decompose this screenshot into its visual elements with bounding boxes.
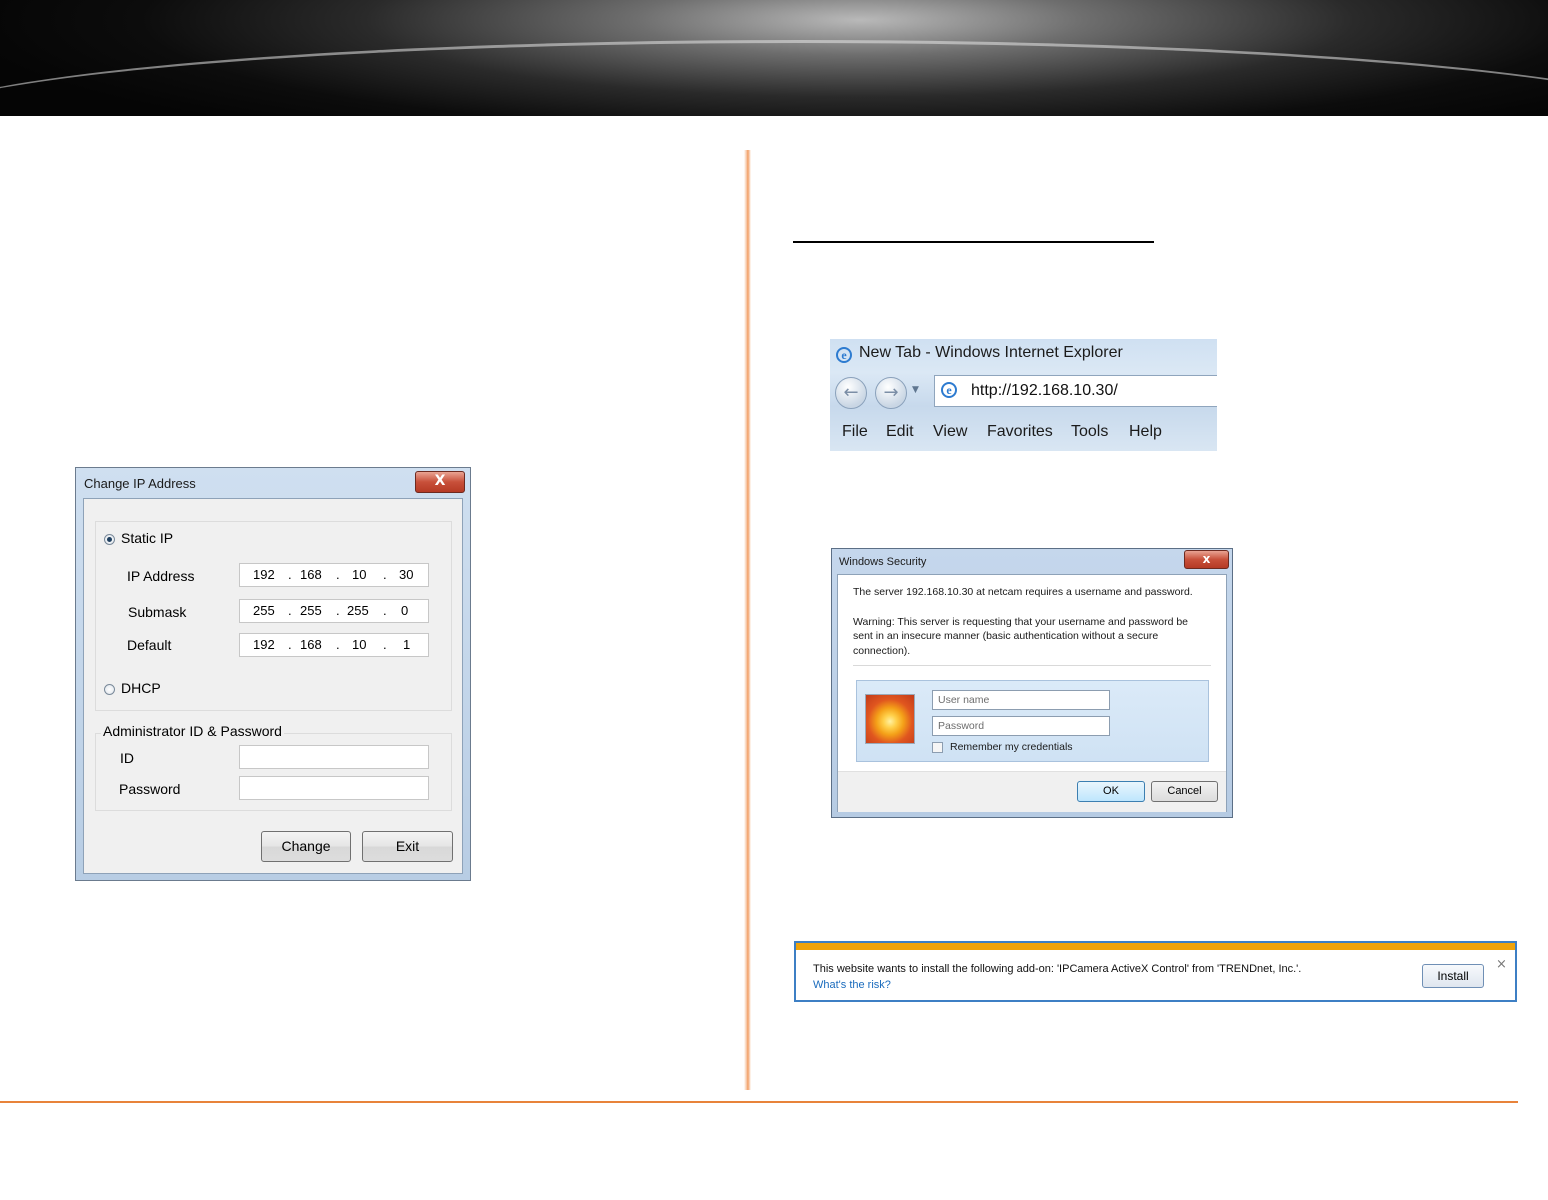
- separator: [853, 665, 1211, 666]
- dialog-footer: OK Cancel: [838, 771, 1226, 812]
- password-input[interactable]: Password: [932, 716, 1110, 736]
- gw-octet-4: 1: [403, 637, 411, 652]
- password-input[interactable]: [239, 776, 429, 800]
- back-arrow-icon[interactable]: ←: [835, 377, 867, 409]
- remember-checkbox[interactable]: [932, 742, 943, 753]
- id-label: ID: [120, 750, 134, 766]
- gw-dot-3: .: [383, 637, 387, 652]
- menu-view[interactable]: View: [933, 423, 967, 441]
- gw-dot-2: .: [336, 637, 340, 652]
- dhcp-label: DHCP: [121, 680, 161, 696]
- ip-octet-1: 192: [253, 567, 275, 582]
- header-banner: [0, 0, 1548, 116]
- remember-label: Remember my credentials: [950, 741, 1073, 753]
- mask-octet-1: 255: [253, 603, 275, 618]
- ip-address-input[interactable]: 192 . 168 . 10 . 30: [239, 563, 429, 587]
- dialog-title: Change IP Address: [84, 476, 196, 491]
- menu-favorites[interactable]: Favorites: [987, 423, 1053, 441]
- credential-panel: User name Password Remember my credentia…: [856, 680, 1209, 762]
- menu-help[interactable]: Help: [1129, 423, 1162, 441]
- ip-dot-3: .: [383, 567, 387, 582]
- cancel-button[interactable]: Cancel: [1151, 781, 1218, 802]
- static-ip-label: Static IP: [121, 530, 174, 546]
- mask-dot-1: .: [288, 603, 292, 618]
- gw-dot-1: .: [288, 637, 292, 652]
- warning-line-1: Warning: This server is requesting that …: [853, 616, 1189, 628]
- mask-octet-4: 0: [401, 603, 409, 618]
- windows-security-dialog: Windows Security x The server 192.168.10…: [831, 548, 1233, 818]
- ip-address-label: IP Address: [127, 568, 195, 584]
- ip-octet-4: 30: [399, 567, 414, 582]
- warning-line-2: sent in an insecure manner (basic authen…: [853, 630, 1159, 642]
- ie-title: New Tab - Windows Internet Explorer: [859, 344, 1123, 361]
- change-button[interactable]: Change: [261, 831, 351, 862]
- static-ip-radio[interactable]: [104, 534, 115, 545]
- password-placeholder: Password: [938, 720, 985, 732]
- user-avatar-icon: [865, 694, 915, 744]
- gw-octet-1: 192: [253, 637, 275, 652]
- id-input[interactable]: [239, 745, 429, 769]
- install-button[interactable]: Install: [1422, 964, 1484, 988]
- ie-logo-icon: e: [836, 347, 852, 363]
- admin-group-label: Administrator ID & Password: [101, 723, 284, 739]
- banner-swoosh: [0, 40, 1548, 116]
- page-ie-icon: e: [941, 382, 957, 398]
- security-title: Windows Security: [839, 556, 927, 568]
- ip-dot-1: .: [288, 567, 292, 582]
- menu-edit[interactable]: Edit: [886, 423, 914, 441]
- forward-arrow-icon[interactable]: →: [875, 377, 907, 409]
- default-label: Default: [127, 637, 172, 653]
- password-label: Password: [119, 781, 181, 797]
- security-client-area: The server 192.168.10.30 at netcam requi…: [837, 574, 1227, 812]
- dhcp-radio[interactable]: [104, 684, 115, 695]
- mask-dot-3: .: [383, 603, 387, 618]
- dialog-client-area: Static IP IP Address 192 . 168 . 10 . 30…: [83, 498, 463, 874]
- ip-octet-3: 10: [352, 567, 367, 582]
- history-dropdown-icon[interactable]: ▼: [912, 385, 919, 395]
- mask-octet-2: 255: [300, 603, 322, 618]
- server-message: The server 192.168.10.30 at netcam requi…: [853, 586, 1193, 598]
- username-placeholder: User name: [938, 694, 990, 706]
- heading-underline: [793, 241, 1154, 243]
- submask-input[interactable]: 255 . 255 . 255 . 0: [239, 599, 429, 623]
- addon-message: This website wants to install the follow…: [813, 963, 1302, 975]
- change-ip-dialog: Change IP Address X Static IP IP Address…: [75, 467, 471, 881]
- address-url: http://192.168.10.30/: [971, 382, 1118, 399]
- close-button[interactable]: x: [1184, 550, 1229, 569]
- submask-label: Submask: [128, 604, 187, 620]
- close-icon[interactable]: ×: [1496, 957, 1507, 972]
- addon-notification-bar: This website wants to install the follow…: [794, 941, 1517, 1002]
- close-button[interactable]: X: [415, 471, 465, 493]
- ie-window-snippet: e New Tab - Windows Internet Explorer ← …: [830, 339, 1217, 451]
- gw-octet-3: 10: [352, 637, 367, 652]
- footer-rule: [0, 1101, 1518, 1103]
- ok-button[interactable]: OK: [1077, 781, 1145, 802]
- column-divider: [744, 150, 751, 1090]
- menu-tools[interactable]: Tools: [1071, 423, 1108, 441]
- default-gateway-input[interactable]: 192 . 168 . 10 . 1: [239, 633, 429, 657]
- mask-octet-3: 255: [347, 603, 369, 618]
- warning-line-3: connection).: [853, 645, 911, 657]
- menu-file[interactable]: File: [842, 423, 868, 441]
- username-input[interactable]: User name: [932, 690, 1110, 710]
- ip-octet-2: 168: [300, 567, 322, 582]
- address-bar[interactable]: e http://192.168.10.30/: [934, 375, 1217, 407]
- warning-stripe: [796, 943, 1515, 950]
- whats-the-risk-link[interactable]: What's the risk?: [813, 979, 891, 991]
- ip-dot-2: .: [336, 567, 340, 582]
- mask-dot-2: .: [336, 603, 340, 618]
- gw-octet-2: 168: [300, 637, 322, 652]
- exit-button[interactable]: Exit: [362, 831, 453, 862]
